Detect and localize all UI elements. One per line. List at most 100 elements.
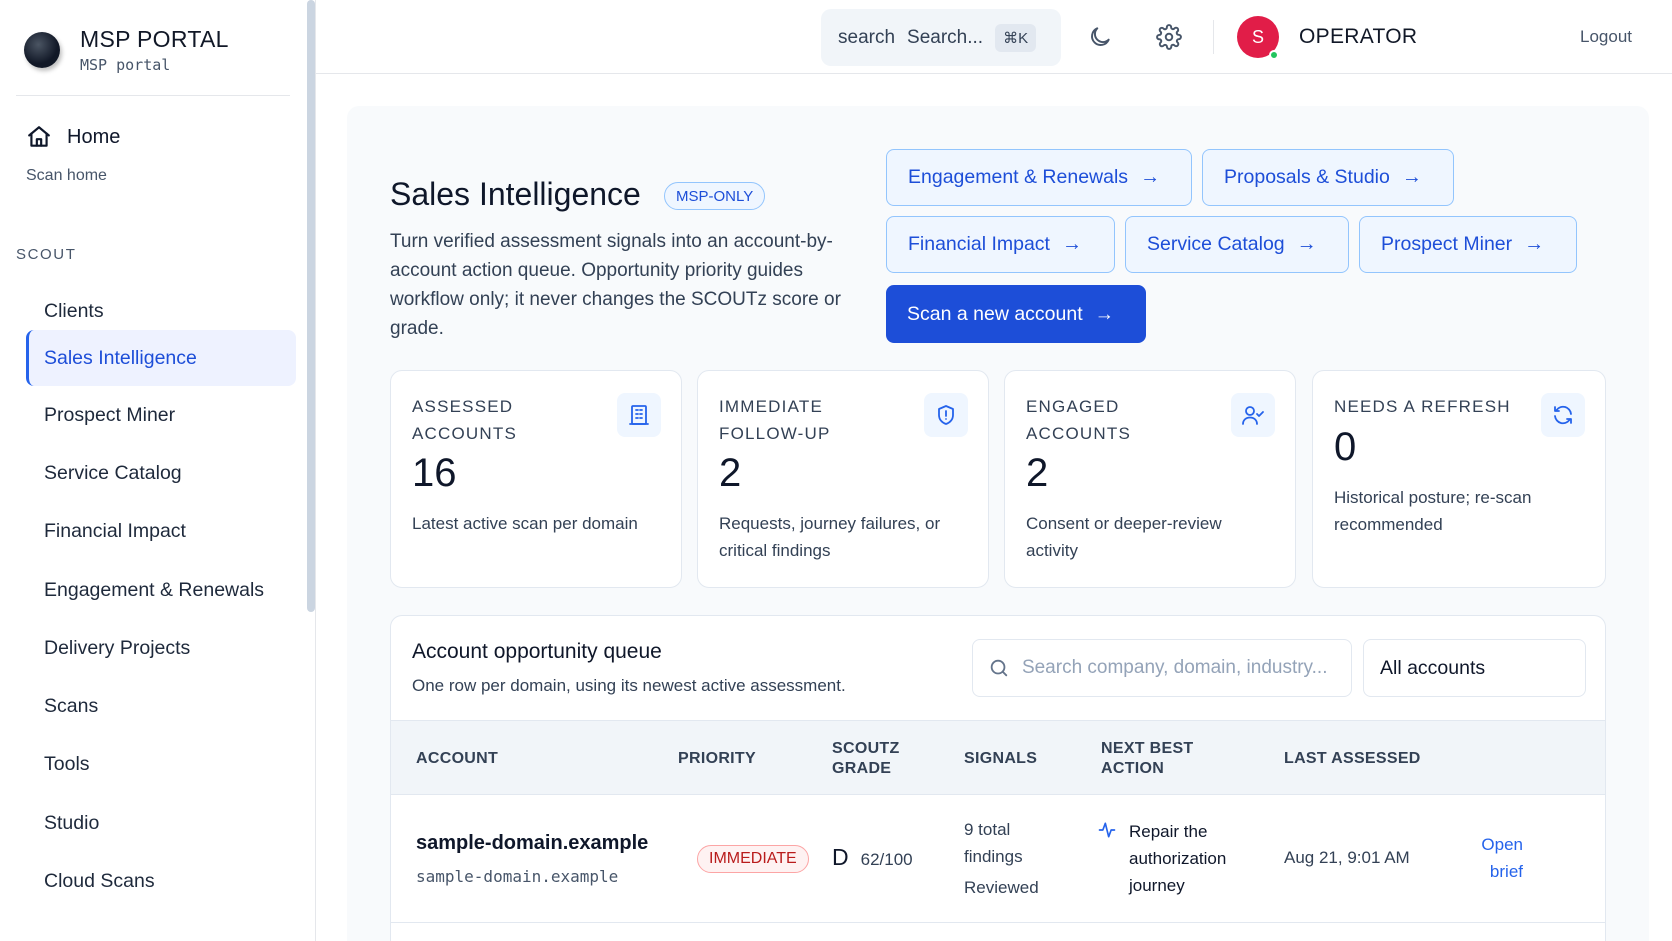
topbar: search Search... ⌘K S OPERATOR Logout [316,0,1672,74]
service-catalog-button-label: Service Catalog [1147,233,1285,255]
sidebar-item-prospect-miner[interactable]: Prospect Miner [26,387,296,443]
sidebar: MSP PORTAL MSP portal Home Scan home SCO… [0,0,316,941]
arrow-right-icon: → [1401,166,1422,188]
stat-icon-wrap [924,393,968,437]
sidebar-item-engagement-renewals[interactable]: Engagement & Renewals [26,562,296,618]
stat-description: Requests, journey failures, or critical … [719,514,941,560]
column-header-next-action-line1: NEXT BEST [1101,740,1194,757]
msp-only-badge: MSP-ONLY [664,182,766,210]
engagement-renewals-button[interactable]: Engagement & Renewals → [886,149,1192,206]
column-header-last-assessed[interactable]: LAST ASSESSED [1284,749,1421,769]
stat-description: Latest active scan per domain [412,514,638,533]
stat-label: ASSESSED ACCOUNTS [412,397,517,443]
stat-card-immediate: IMMEDIATE FOLLOW-UP 2 Requests, journey … [697,370,989,588]
arrow-right-icon: → [1061,233,1082,255]
column-header-grade-line2: GRADE [832,760,892,777]
shield-alert-icon [938,405,954,425]
scoutz-grade: D 62/100 [832,844,913,873]
next-action-line3: journey [1129,876,1185,895]
stat-value: 16 [412,451,457,495]
financial-impact-button-label: Financial Impact [908,233,1050,255]
table-header: ACCOUNT PRIORITY SCOUTZ GRADE SIGNALS NE… [391,720,1605,795]
sidebar-item-studio[interactable]: Studio [26,795,296,851]
stat-description: Historical posture; re-scan recommended [1334,488,1532,534]
brand[interactable]: MSP PORTAL MSP portal [24,26,229,74]
brand-logo [24,32,60,68]
open-brief-link[interactable]: Open brief [1471,831,1523,885]
brand-title: MSP PORTAL [80,26,229,52]
stat-card-refresh: NEEDS A REFRESH 0 Historical posture; re… [1312,370,1606,588]
stat-card-engaged: ENGAGED ACCOUNTS 2 Consent or deeper-rev… [1004,370,1296,588]
queue-search-input[interactable]: Search company, domain, industry... [972,639,1352,697]
sidebar-item-cloud-scans[interactable]: Cloud Scans [26,853,296,909]
stat-card-assessed: ASSESSED ACCOUNTS 16 Latest active scan … [390,370,682,588]
search-shortcut-badge: ⌘K [995,23,1037,52]
signals-cell: 9 total findings Reviewed [964,816,1039,901]
proposals-studio-button[interactable]: Proposals & Studio → [1202,149,1454,206]
account-filter-select[interactable]: All accounts [1363,639,1586,697]
refresh-icon [1554,405,1572,425]
sidebar-item-home[interactable]: Home [26,124,120,150]
service-catalog-button[interactable]: Service Catalog → [1125,216,1349,273]
sidebar-item-sales-intelligence[interactable]: Sales Intelligence [26,330,296,386]
stat-label: ENGAGED ACCOUNTS [1026,397,1131,443]
column-header-grade[interactable]: SCOUTZ GRADE [832,739,900,779]
queue-subtitle: One row per domain, using its newest act… [412,676,846,695]
global-search-button[interactable]: search Search... ⌘K [821,9,1061,66]
user-check-icon [1242,406,1264,425]
grade-score: 62/100 [860,850,913,869]
grade-letter: D [832,844,849,870]
priority-badge: IMMEDIATE [697,845,809,873]
sidebar-divider [16,95,290,96]
user-name: OPERATOR [1299,25,1418,48]
column-header-account[interactable]: ACCOUNT [416,749,498,769]
next-action-line2: authorization [1129,849,1227,868]
proposals-studio-button-label: Proposals & Studio [1224,166,1390,188]
queue-title: Account opportunity queue [412,640,662,663]
sidebar-section-scout: SCOUT [16,246,77,263]
account-domain: sample-domain.example [416,867,619,886]
account-opportunity-queue: Account opportunity queue One row per do… [390,615,1606,941]
arrow-right-icon: → [1524,233,1545,255]
logout-link[interactable]: Logout [1580,27,1632,47]
column-header-grade-line1: SCOUTZ [832,740,900,757]
stat-label: IMMEDIATE FOLLOW-UP [719,397,831,443]
signals-line1: 9 total [964,820,1011,839]
gear-icon[interactable] [1156,24,1182,50]
search-icon-label: search [838,26,896,48]
sidebar-item-home-label: Home [67,125,121,148]
financial-impact-button[interactable]: Financial Impact → [886,216,1115,273]
moon-icon[interactable] [1087,24,1113,50]
account-name[interactable]: sample-domain.example [416,830,648,857]
arrow-right-icon: → [1296,233,1317,255]
open-brief-line2: brief [1489,862,1523,881]
column-header-signals[interactable]: SIGNALS [964,749,1037,769]
stat-icon-wrap [617,393,661,437]
sidebar-item-service-catalog[interactable]: Service Catalog [26,445,296,501]
stat-icon-wrap[interactable] [1541,393,1585,437]
building-icon [629,405,649,425]
sidebar-item-scans[interactable]: Scans [26,678,296,734]
topbar-separator [1213,20,1214,54]
column-header-priority[interactable]: PRIORITY [678,749,756,769]
sidebar-item-tools[interactable]: Tools [26,736,296,792]
prospect-miner-button-label: Prospect Miner [1381,233,1513,255]
page-title: Sales Intelligence [390,176,641,212]
prospect-miner-button[interactable]: Prospect Miner → [1359,216,1577,273]
sidebar-item-delivery-projects[interactable]: Delivery Projects [26,620,296,676]
scan-new-account-button-label: Scan a new account [907,302,1083,325]
scan-new-account-button[interactable]: Scan a new account → [886,285,1146,343]
brand-text: MSP PORTAL MSP portal [80,26,229,74]
column-header-next-action[interactable]: NEXT BEST ACTION [1101,739,1194,779]
home-icon [28,126,50,147]
next-action-line1: Repair the [1129,822,1208,841]
sidebar-item-financial-impact[interactable]: Financial Impact [26,503,296,559]
signals-line2: findings [964,847,1023,866]
stat-icon-wrap [1231,393,1275,437]
page-description: Turn verified assessment signals into an… [390,231,841,339]
sidebar-scrollbar[interactable] [307,0,315,612]
next-best-action: Repair the authorization journey [1129,818,1226,899]
activity-icon [1098,822,1116,838]
column-header-next-action-line2: ACTION [1101,760,1165,777]
stat-value: 2 [719,451,742,495]
